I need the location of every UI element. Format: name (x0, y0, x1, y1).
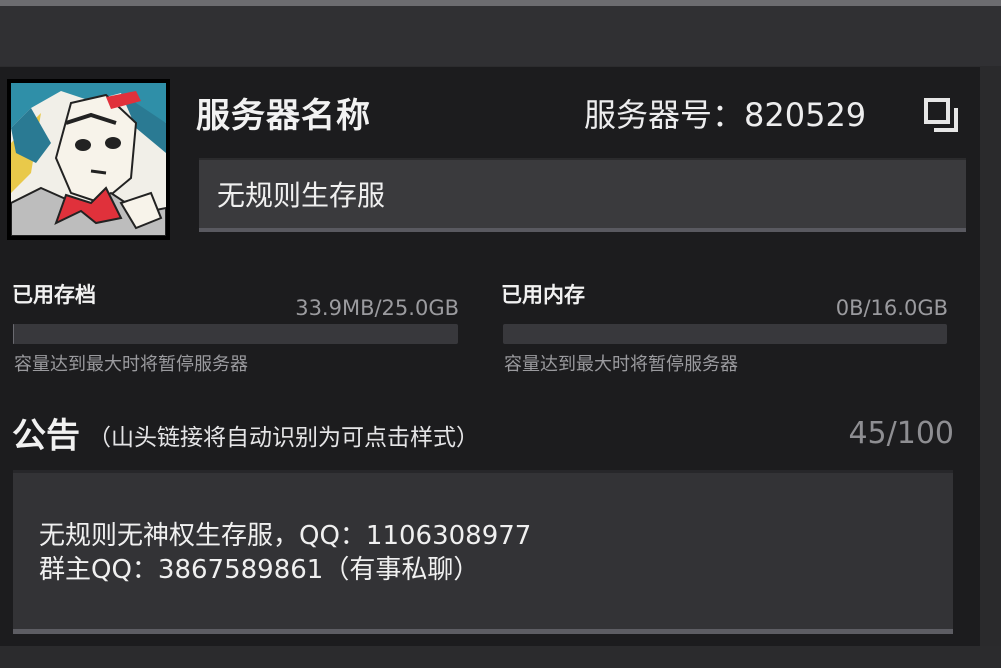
copy-server-number-button[interactable] (922, 96, 960, 134)
notice-char-count: 45/100 (848, 416, 954, 451)
bottom-band (0, 646, 1001, 668)
top-band (0, 6, 1001, 66)
notice-textarea[interactable]: 无规则无神权生存服，QQ：1106308977 群主QQ：3867589861（… (13, 470, 953, 634)
notice-line: 群主QQ：3867589861（有事私聊） (39, 555, 480, 585)
memory-usage-value: 0B/16.0GB (835, 296, 948, 320)
copy-icon (924, 98, 958, 132)
server-name-input[interactable]: 无规则生存服 (199, 158, 966, 232)
memory-progress-bar (503, 324, 947, 344)
storage-usage-value: 33.9MB/25.0GB (295, 296, 459, 320)
storage-progress-fill (13, 324, 14, 344)
memory-usage-label: 已用内存 (501, 283, 585, 307)
server-number: 服务器号：820529 (584, 96, 867, 134)
notice-subtitle: （山头链接将自动识别为可点击样式） (88, 425, 479, 451)
storage-usage-label: 已用存档 (12, 283, 96, 307)
storage-progress-bar (13, 324, 458, 344)
server-name-label: 服务器名称 (196, 96, 371, 136)
right-edge (980, 66, 1001, 668)
storage-hint: 容量达到最大时将暂停服务器 (14, 354, 248, 375)
server-name-value: 无规则生存服 (217, 179, 386, 212)
server-avatar[interactable] (7, 79, 170, 240)
memory-hint: 容量达到最大时将暂停服务器 (504, 354, 738, 375)
notice-line: 无规则无神权生存服，QQ：1106308977 (39, 521, 532, 551)
anime-avatar-image (11, 83, 166, 236)
notice-title: 公告 (12, 416, 80, 456)
